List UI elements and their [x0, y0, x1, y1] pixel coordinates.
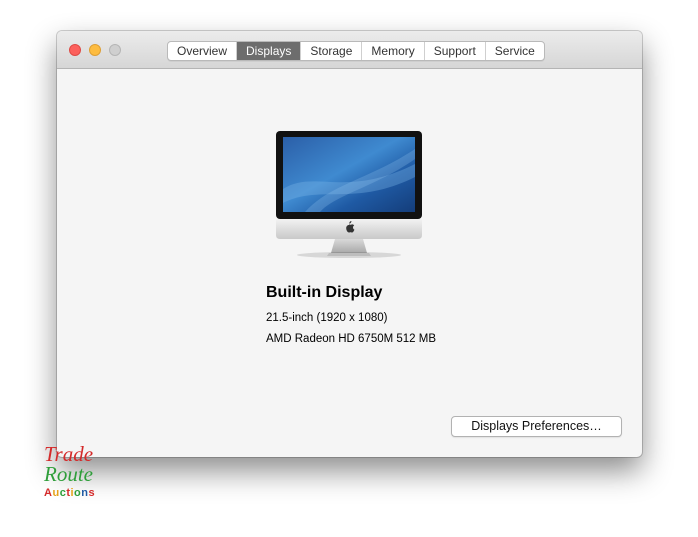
minimize-button[interactable] [89, 44, 101, 56]
tab-overview[interactable]: Overview [168, 42, 238, 60]
displays-preferences-button[interactable]: Displays Preferences… [451, 416, 622, 437]
tab-displays[interactable]: Displays [237, 42, 302, 60]
display-graphics: AMD Radeon HD 6750M 512 MB [266, 333, 437, 345]
watermark-logo: Trade Route Auctions [44, 442, 114, 500]
zoom-button[interactable] [109, 44, 121, 56]
tab-service[interactable]: Service [486, 42, 544, 60]
display-info: Built-in Display 21.5-inch (1920 x 1080)… [266, 282, 436, 346]
tab-bar: Overview Displays Storage Memory Support… [167, 41, 545, 61]
about-this-mac-window: Overview Displays Storage Memory Support… [57, 31, 642, 457]
tab-support[interactable]: Support [425, 42, 486, 60]
tab-storage[interactable]: Storage [301, 42, 363, 60]
imac-icon [275, 129, 425, 266]
tab-memory[interactable]: Memory [362, 42, 425, 60]
watermark-trade: Trade [44, 442, 94, 466]
display-size: 21.5-inch (1920 x 1080) [266, 312, 388, 324]
display-name: Built-in Display [266, 284, 383, 301]
close-button[interactable] [69, 44, 81, 56]
watermark-route: Route [44, 462, 93, 486]
title-bar: Overview Displays Storage Memory Support… [57, 31, 642, 69]
watermark-auctions: Auctions [44, 487, 96, 499]
